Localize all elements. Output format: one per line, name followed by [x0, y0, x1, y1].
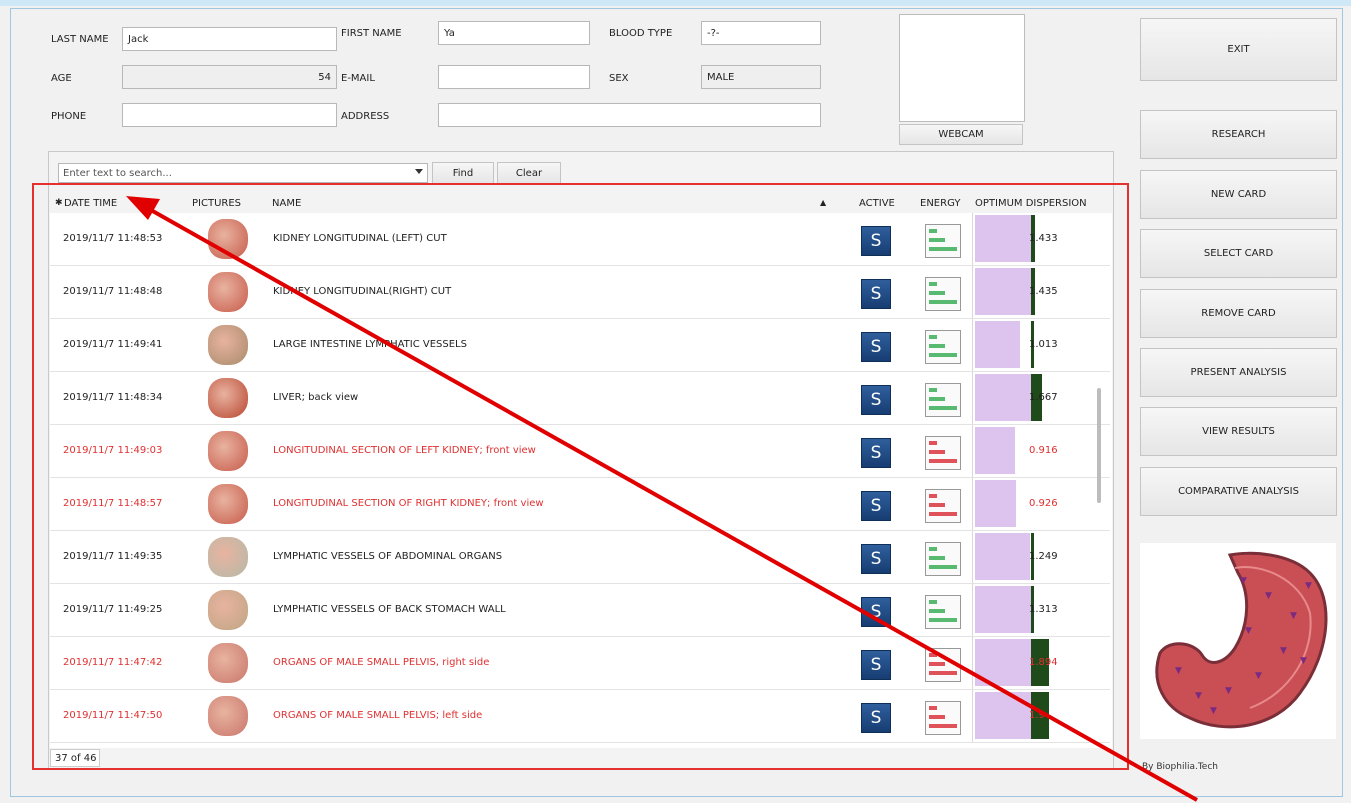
annotation-arrow: [126, 196, 1198, 802]
